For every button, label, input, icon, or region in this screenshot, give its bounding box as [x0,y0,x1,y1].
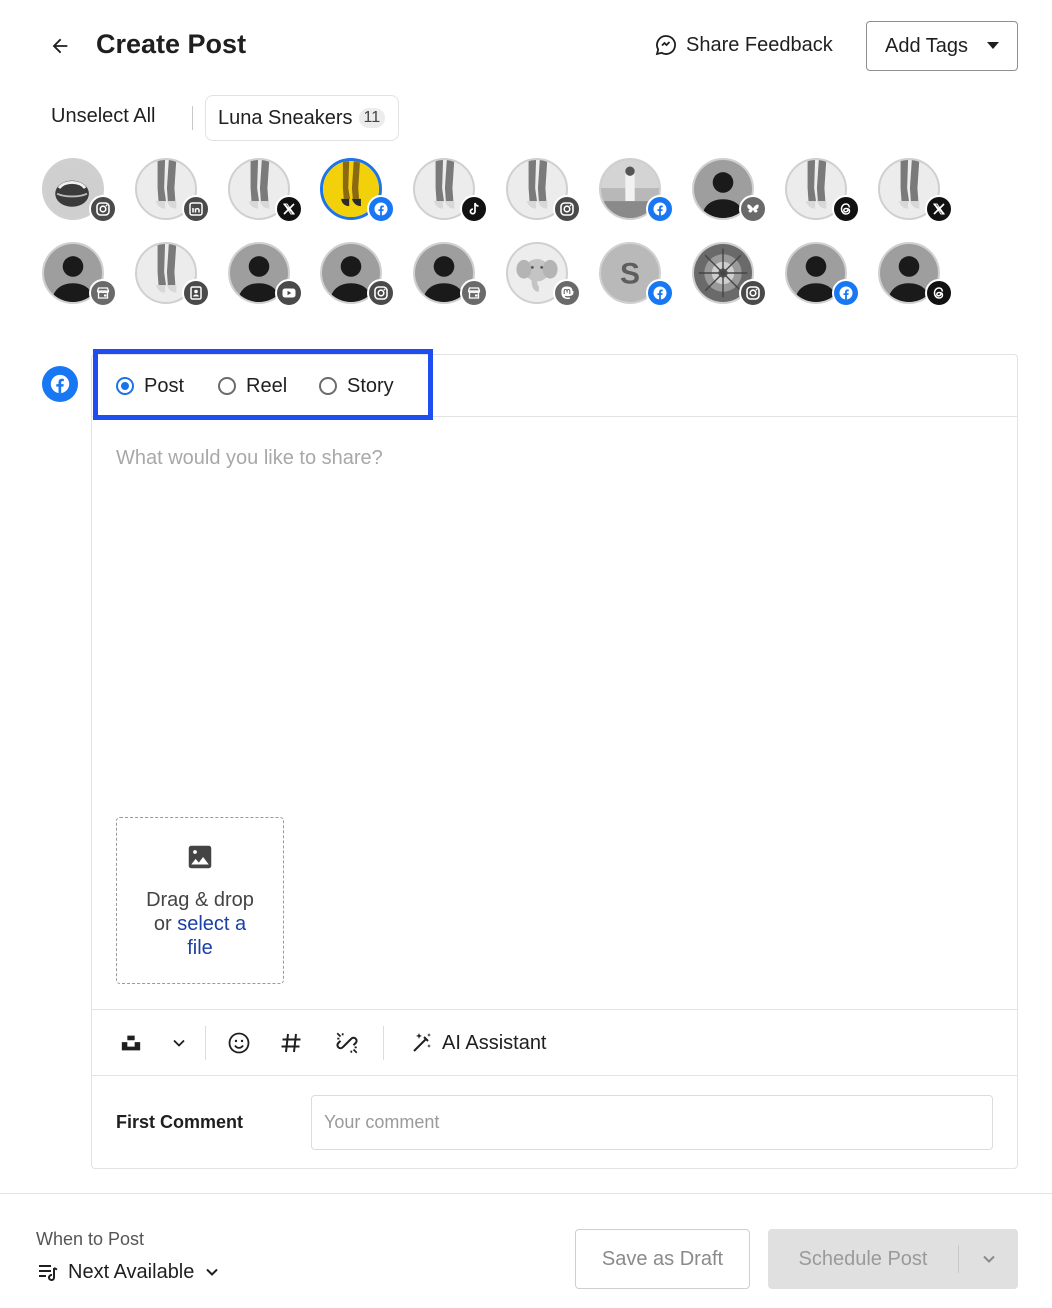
instagram-icon [89,195,117,223]
schedule-options-button[interactable] [959,1249,1018,1269]
bluesky-icon [739,195,767,223]
unsplash-button[interactable] [118,1028,144,1058]
account-avatar-x[interactable] [878,158,958,228]
google-business-icon [89,279,117,307]
linkedin-icon [182,195,210,223]
facebook-icon [832,279,860,307]
account-selection-bar: Unselect All Luna Sneakers 11 [0,95,1052,141]
unsplash-icon [121,1035,141,1051]
facebook-icon [367,195,395,223]
add-tags-dropdown[interactable]: Add Tags [866,21,1018,71]
account-avatar-instagram[interactable] [320,242,400,312]
account-avatar-facebook[interactable] [320,158,400,228]
account-avatar-x[interactable] [228,158,308,228]
account-avatar-mastodon[interactable] [506,242,586,312]
page-title: Create Post [96,29,247,59]
unsplash-dropdown-button[interactable] [166,1028,192,1058]
first-comment-label: First Comment [116,1112,244,1132]
account-avatar-threads[interactable] [878,242,958,312]
add-tags-label: Add Tags [885,34,969,57]
unselect-all-button[interactable]: Unselect All [51,105,156,128]
divider [205,1026,206,1060]
account-avatar-google-business[interactable] [42,242,122,312]
chevron-down-icon [982,1255,995,1263]
dropzone-text: Drag & drop [146,889,254,911]
x-icon [925,195,953,223]
account-avatar-google-business[interactable] [413,242,493,312]
post-type-bar: Post Reel Story [92,349,1017,420]
google-business-icon [460,279,488,307]
account-avatar-youtube[interactable] [228,242,308,312]
x-icon [275,195,303,223]
chevron-down-icon [173,1039,185,1047]
account-avatar-facebook[interactable]: S [599,242,679,312]
divider [192,106,193,130]
threads-icon [925,279,953,307]
post-editor: Post Reel Story Drag & drop or select a … [91,349,1018,1169]
schedule-post-label: Schedule Post [798,1247,928,1270]
account-avatar-tiktok[interactable] [413,158,493,228]
group-name: Luna Sneakers [218,106,353,129]
feedback-chat-icon [655,35,676,56]
account-avatar-instagram[interactable] [692,242,772,312]
share-feedback-label: Share Feedback [686,33,833,56]
editor-toolbar: AI Assistant [92,1009,1017,1076]
facebook-icon [646,279,674,307]
highlight-box [93,349,433,420]
account-avatar-facebook[interactable] [599,158,679,228]
divider [383,1026,384,1060]
threads-icon [832,195,860,223]
image-icon [188,845,212,869]
group-count-badge: 11 [358,108,386,128]
ai-assistant-label: AI Assistant [442,1031,547,1054]
schedule-post-button[interactable]: Schedule Post [768,1229,1018,1289]
when-to-post-dropdown[interactable]: Next Available [36,1258,222,1286]
save-as-draft-button[interactable]: Save as Draft [575,1229,750,1289]
magic-wand-icon [413,1033,431,1052]
header: Create Post Share Feedback Add Tags [0,0,1052,90]
contact-card-icon [182,279,210,307]
account-avatar-bluesky[interactable] [692,158,772,228]
link-shortener-button[interactable] [333,1028,361,1058]
media-dropzone[interactable]: Drag & drop or select a file [116,817,284,984]
footer: When to Post Next Available Save as Draf… [0,1193,1052,1308]
share-feedback-button[interactable]: Share Feedback [654,30,833,60]
account-avatar-linkedin[interactable] [135,158,215,228]
when-to-post-value: Next Available [68,1260,195,1283]
account-avatar-contact-card[interactable] [135,242,215,312]
select-file-link[interactable]: select a [177,913,246,935]
first-comment-input[interactable] [311,1095,993,1150]
svg-text:S: S [620,257,640,290]
mastodon-icon [553,279,581,307]
back-button[interactable] [44,30,76,62]
youtube-icon [275,279,303,307]
instagram-icon [739,279,767,307]
account-avatar-instagram[interactable] [506,158,586,228]
arrow-left-icon [52,38,68,54]
instagram-icon [553,195,581,223]
facebook-icon [646,195,674,223]
account-avatar-instagram[interactable] [42,158,122,228]
facebook-network-icon [42,366,78,402]
emoji-button[interactable] [226,1028,252,1058]
post-text-input[interactable] [116,443,986,473]
queue-icon [39,1265,58,1282]
hashtag-button[interactable] [278,1028,304,1058]
group-chip-luna-sneakers[interactable]: Luna Sneakers 11 [205,95,399,141]
account-avatar-grid: S [0,150,1052,320]
hashtag-icon [281,1033,301,1053]
select-file-link-cont[interactable]: file [187,937,213,959]
dropzone-text-or: or [153,913,178,935]
account-avatar-threads[interactable] [785,158,865,228]
instagram-icon [367,279,395,307]
link-shortener-icon [336,1032,358,1054]
chevron-down-icon [206,1268,219,1276]
ai-assistant-button[interactable]: AI Assistant [410,1028,547,1058]
emoji-icon [228,1032,250,1054]
when-to-post-label: When to Post [36,1229,145,1249]
account-avatar-facebook[interactable] [785,242,865,312]
tiktok-icon [460,195,488,223]
caret-down-icon [987,42,999,49]
